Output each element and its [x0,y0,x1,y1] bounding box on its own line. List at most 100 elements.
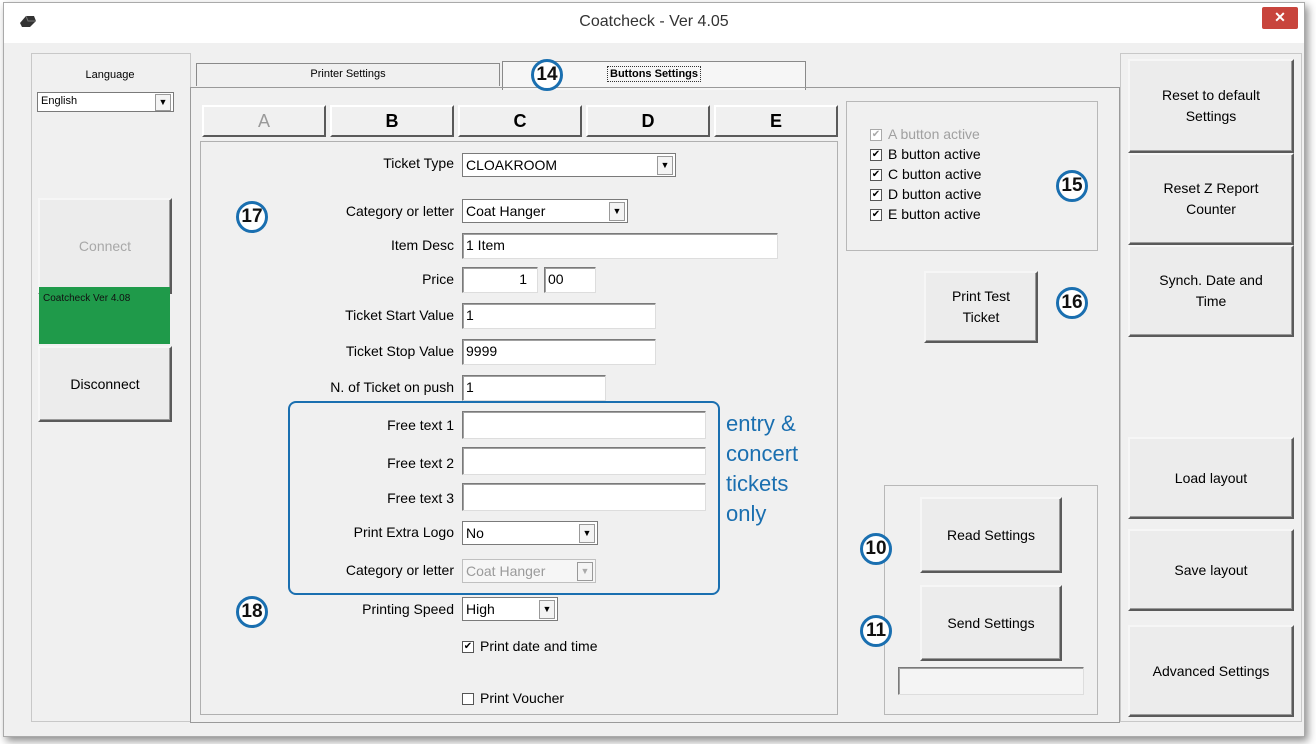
reset-z-line-2: Counter [1186,201,1236,217]
category-2-value: Coat Hanger [466,563,546,579]
printing-speed-select[interactable]: High ▼ [462,597,558,621]
ticket-start-field[interactable]: 1 [462,303,656,329]
free-text-1-label: Free text 1 [387,417,454,433]
chevron-down-icon[interactable]: ▼ [539,600,555,619]
free-text-1-field[interactable] [462,411,706,439]
print-voucher-label: Print Voucher [480,690,565,706]
a-button-active-checkbox: ✔ A button active [870,125,980,144]
b-button-active-checkbox[interactable]: ✔ B button active [870,145,981,164]
d-button-active-checkbox[interactable]: ✔ D button active [870,185,981,204]
synch-line-1: Synch. Date and [1159,272,1263,288]
segment-button-d[interactable]: D [586,105,710,137]
note-line-4: only [726,501,767,526]
e-button-active-label: E button active [888,206,981,222]
tab-buttons-settings-label: Buttons Settings [607,66,701,82]
category-2-select: Coat Hanger ▼ [462,559,596,583]
checkbox-unchecked-icon[interactable] [462,693,474,706]
print-datetime-checkbox[interactable]: ✔ Print date and time [462,637,598,656]
note-line-2: concert [726,441,799,466]
printing-speed-value: High [466,601,495,617]
advanced-settings-button[interactable]: Advanced Settings [1128,625,1294,717]
tab-printer-settings[interactable]: Printer Settings [196,63,500,86]
connect-button[interactable]: Connect [38,198,172,294]
synch-line-2: Time [1195,293,1227,309]
status-text: Coatcheck Ver 4.08 [43,293,131,304]
note-line-1: entry & [726,411,796,436]
annotation-note: entry & concert tickets only [726,409,798,529]
extra-logo-select[interactable]: No ▼ [462,521,598,545]
free-text-2-label: Free text 2 [387,455,454,471]
ticket-start-label: Ticket Start Value [345,307,454,323]
checkbox-checked-icon[interactable]: ✔ [870,209,882,222]
checkbox-checked-icon[interactable]: ✔ [870,149,882,162]
print-voucher-checkbox[interactable]: Print Voucher [462,689,564,708]
d-button-active-label: D button active [888,186,982,202]
checkbox-checked-icon[interactable]: ✔ [870,169,882,182]
progress-bar [898,667,1084,695]
item-desc-label: Item Desc [390,237,454,253]
price-decimal-field[interactable]: 00 [544,267,596,293]
chevron-down-icon[interactable]: ▼ [609,202,625,221]
category-select[interactable]: Coat Hanger ▼ [462,199,628,223]
read-settings-button[interactable]: Read Settings [920,497,1062,573]
callout-badge-17: 17 [236,201,268,233]
reset-default-line-1: Reset to default [1161,87,1261,103]
segment-button-e[interactable]: E [714,105,838,137]
tickets-per-push-field[interactable]: 1 [462,375,606,401]
free-text-3-field[interactable] [462,483,706,511]
segment-button-b[interactable]: B [330,105,454,137]
app-window: Coatcheck - Ver 4.05 ✕ Language English … [3,2,1305,737]
language-select[interactable]: English ▼ [37,92,174,112]
save-layout-button[interactable]: Save layout [1128,529,1294,611]
callout-badge-15: 15 [1056,170,1088,202]
callout-badge-14: 14 [531,59,563,91]
chevron-down-icon[interactable]: ▼ [155,94,171,111]
extra-logo-label: Print Extra Logo [353,524,454,540]
save-layout-label: Save layout [1174,561,1248,578]
language-label: Language [85,69,135,81]
c-button-active-checkbox[interactable]: ✔ C button active [870,165,981,184]
segment-button-a[interactable]: A [202,105,326,137]
reset-z-report-button[interactable]: Reset Z Report Counter [1128,153,1294,245]
ticket-type-label: Ticket Type [383,155,454,171]
load-layout-button[interactable]: Load layout [1128,437,1294,519]
printing-speed-label: Printing Speed [362,601,454,617]
chevron-down-icon[interactable]: ▼ [579,524,595,543]
send-settings-button[interactable]: Send Settings [920,585,1062,661]
chevron-down-icon: ▼ [577,562,593,581]
disconnect-button[interactable]: Disconnect [38,346,172,422]
a-button-active-label: A button active [888,126,980,142]
load-layout-label: Load layout [1174,469,1248,486]
callout-badge-18: 18 [236,596,268,628]
b-button-active-label: B button active [888,146,981,162]
reset-z-line-1: Reset Z Report [1163,180,1259,196]
checkbox-checked-icon[interactable]: ✔ [462,641,474,654]
category-value: Coat Hanger [466,203,546,219]
free-text-2-field[interactable] [462,447,706,475]
print-test-line-2: Ticket [962,309,1000,325]
note-line-3: tickets [726,471,789,496]
disconnect-label: Disconnect [70,375,140,392]
send-settings-label: Send Settings [947,614,1035,631]
ticket-type-select[interactable]: CLOAKROOM ▼ [462,153,676,177]
price-label: Price [422,271,454,287]
e-button-active-checkbox[interactable]: ✔ E button active [870,205,981,224]
print-datetime-label: Print date and time [480,638,598,654]
item-desc-field[interactable]: 1 Item [462,233,778,259]
close-button[interactable]: ✕ [1262,7,1298,29]
callout-badge-10: 10 [860,533,892,565]
checkbox-checked-icon[interactable]: ✔ [870,189,882,202]
advanced-settings-label: Advanced Settings [1152,662,1270,679]
title-bar: Coatcheck - Ver 4.05 ✕ [4,3,1304,43]
reset-default-settings-button[interactable]: Reset to default Settings [1128,59,1294,153]
synch-date-time-button[interactable]: Synch. Date and Time [1128,245,1294,337]
ticket-type-value: CLOAKROOM [466,157,558,173]
chevron-down-icon[interactable]: ▼ [657,156,673,175]
print-test-ticket-button[interactable]: Print Test Ticket [924,271,1038,343]
ticket-stop-field[interactable]: 9999 [462,339,656,365]
price-integer-field[interactable]: 1 [462,267,538,293]
reset-default-line-2: Settings [1185,108,1237,124]
read-settings-label: Read Settings [947,526,1035,543]
category-label: Category or letter [345,203,454,219]
segment-button-c[interactable]: C [458,105,582,137]
